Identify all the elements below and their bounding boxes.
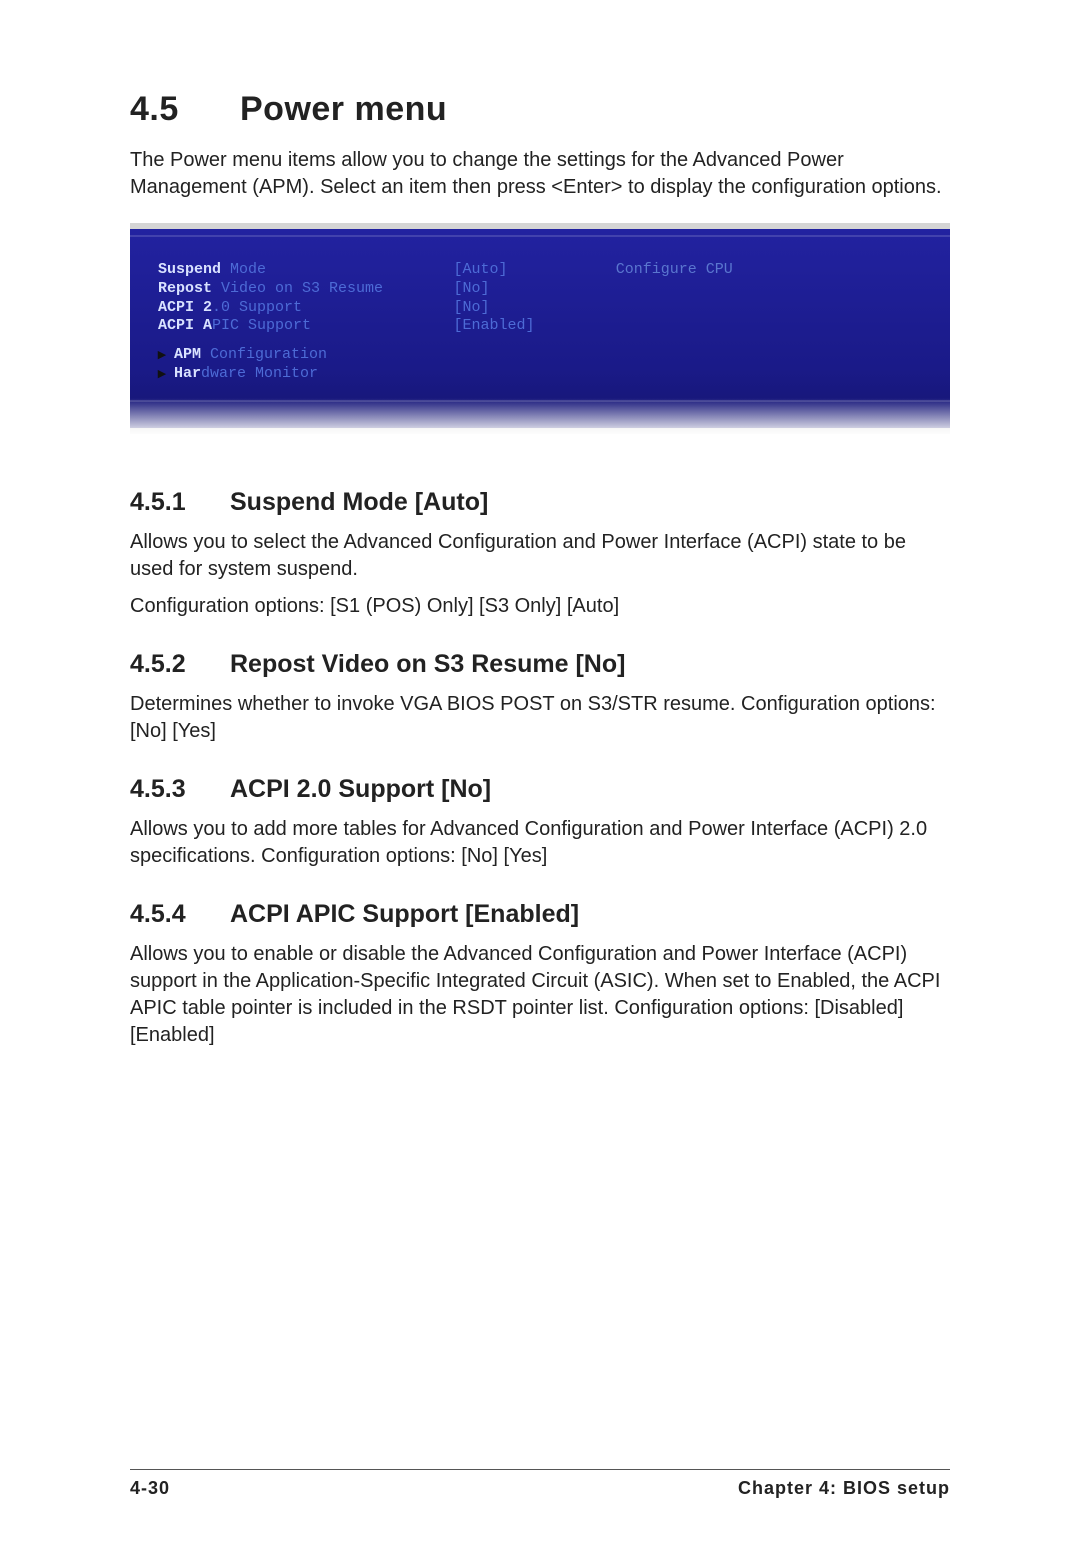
subsection-para: Allows you to select the Advanced Config… bbox=[130, 529, 950, 583]
subsection-heading: 4.5.2Repost Video on S3 Resume [No] bbox=[130, 650, 950, 679]
bios-item: Repost Video on S3 Resume [No] bbox=[158, 280, 606, 299]
subsection-heading: 4.5.3ACPI 2.0 Support [No] bbox=[130, 775, 950, 804]
arrow-right-icon: ▸ bbox=[158, 347, 174, 366]
arrow-right-icon: ▸ bbox=[158, 366, 174, 385]
section-title-text: Power menu bbox=[240, 90, 447, 128]
subsection-heading: 4.5.1Suspend Mode [Auto] bbox=[130, 488, 950, 517]
page-footer: 4-30 Chapter 4: BIOS setup bbox=[130, 1469, 950, 1499]
subsection-para: Configuration options: [S1 (POS) Only] [… bbox=[130, 593, 950, 620]
bios-help-text: Configure CPU bbox=[616, 261, 930, 278]
section-heading: 4.5Power menu bbox=[130, 90, 950, 129]
subsection-para: Allows you to add more tables for Advanc… bbox=[130, 816, 950, 870]
section-number: 4.5 bbox=[130, 90, 240, 129]
bios-submenu: ▸ Hardware Monitor bbox=[158, 365, 606, 384]
bios-item: ACPI 2.0 Support [No] bbox=[158, 299, 606, 318]
section-intro: The Power menu items allow you to change… bbox=[130, 147, 950, 201]
subsection-para: Determines whether to invoke VGA BIOS PO… bbox=[130, 691, 950, 745]
subsection-heading: 4.5.4ACPI APIC Support [Enabled] bbox=[130, 900, 950, 929]
subsection-para: Allows you to enable or disable the Adva… bbox=[130, 941, 950, 1049]
bios-menu-left: Suspend Mode [Auto] Repost Video on S3 R… bbox=[158, 261, 606, 384]
bios-item: Suspend Mode [Auto] bbox=[158, 261, 606, 280]
chapter-label: Chapter 4: BIOS setup bbox=[738, 1478, 950, 1499]
page-number: 4-30 bbox=[130, 1478, 170, 1499]
bios-item: ACPI APIC Support [Enabled] bbox=[158, 317, 606, 336]
bios-screenshot: Suspend Mode [Auto] Repost Video on S3 R… bbox=[130, 223, 950, 434]
bios-submenu: ▸ APM Configuration bbox=[158, 346, 606, 365]
